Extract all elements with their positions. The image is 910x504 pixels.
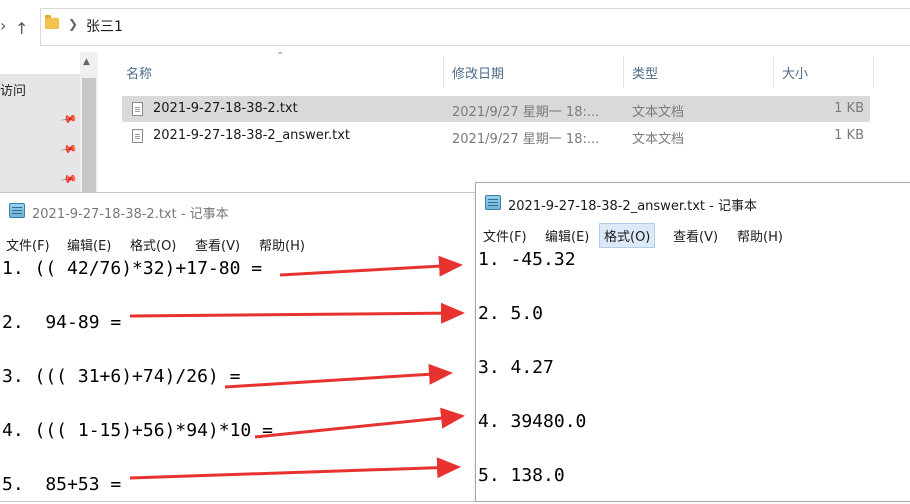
menu-format[interactable]: 格式(O) — [126, 233, 180, 256]
text-editor-area[interactable]: 1. -45.32 2. 5.0 3. 4.27 4. 39480.0 5. 1… — [476, 246, 910, 503]
text-file-icon — [132, 129, 143, 143]
column-divider[interactable] — [873, 56, 874, 88]
sort-ascending-icon: ⌃ — [276, 51, 285, 62]
column-header-date[interactable]: 修改日期 — [452, 63, 504, 82]
notepad-window-answers: 2021-9-27-18-38-2_answer.txt - 记事本 文件(F)… — [475, 182, 910, 502]
back-icon[interactable]: › — [0, 16, 6, 36]
menu-edit[interactable]: 编辑(E) — [541, 224, 593, 247]
address-bar[interactable] — [40, 8, 910, 46]
file-size: 1 KB — [834, 128, 864, 143]
column-header-type[interactable]: 类型 — [632, 63, 658, 82]
column-divider[interactable] — [443, 56, 444, 88]
text-editor-area[interactable]: 1. (( 42/76)*32)+17-80 = 2. 94-89 = 3. (… — [0, 254, 480, 504]
question-line: 3. ((( 31+6)+74)/26) = — [2, 366, 241, 387]
file-size: 1 KB — [834, 101, 864, 116]
file-type: 文本文档 — [632, 105, 685, 120]
up-arrow-icon[interactable]: ↑ — [15, 19, 28, 39]
answer-line: 1. -45.32 — [478, 249, 576, 270]
answer-line: 5. 138.0 — [478, 465, 565, 486]
answer-line: 4. 39480.0 — [478, 411, 587, 432]
file-explorer-window: › ↑ ❯ 张三1 访问 📌 📌 📌 ▲ ⌃ 名称 修改日期 类型 大小 202… — [0, 0, 910, 195]
question-line: 5. 85+53 = — [2, 474, 122, 495]
question-line: 4. ((( 1-15)+56)*94)*10 = — [2, 420, 273, 441]
file-date: 2021/9/27 星期一 18:... — [452, 132, 600, 147]
file-type: 文本文档 — [632, 132, 685, 147]
notepad-icon — [485, 195, 501, 210]
answer-line: 2. 5.0 — [478, 303, 544, 324]
file-date: 2021/9/27 星期一 18:... — [452, 105, 600, 120]
notepad-icon — [9, 203, 25, 218]
file-name: 2021-9-27-18-38-2_answer.txt — [153, 128, 350, 143]
menu-edit[interactable]: 编辑(E) — [63, 233, 115, 256]
menu-help[interactable]: 帮助(H) — [255, 233, 309, 256]
scrollbar-thumb[interactable] — [82, 78, 96, 195]
column-header-name[interactable]: 名称 — [126, 63, 152, 82]
column-divider[interactable] — [623, 56, 624, 88]
window-title: 2021-9-27-18-38-2.txt - 记事本 — [32, 207, 229, 222]
question-line: 2. 94-89 = — [2, 312, 122, 333]
window-title: 2021-9-27-18-38-2_answer.txt - 记事本 — [508, 199, 757, 214]
folder-icon — [45, 15, 59, 29]
nav-item-quick-access[interactable]: 访问 — [0, 80, 26, 99]
file-name: 2021-9-27-18-38-2.txt — [153, 101, 298, 116]
menu-help[interactable]: 帮助(H) — [733, 224, 787, 247]
file-row[interactable]: 2021-9-27-18-38-2.txt 2021/9/27 星期一 18:.… — [122, 96, 870, 122]
breadcrumb-folder[interactable]: 张三1 — [86, 16, 123, 36]
column-divider[interactable] — [773, 56, 774, 88]
chevron-right-icon[interactable]: ❯ — [68, 17, 78, 31]
menu-file[interactable]: 文件(F) — [2, 233, 54, 256]
column-header-size[interactable]: 大小 — [782, 63, 808, 82]
menu-file[interactable]: 文件(F) — [479, 224, 531, 247]
menu-view[interactable]: 查看(V) — [191, 233, 244, 256]
text-file-icon — [132, 102, 143, 116]
question-line: 1. (( 42/76)*32)+17-80 = — [2, 258, 263, 279]
notepad-window-questions: 2021-9-27-18-38-2.txt - 记事本 文件(F) 编辑(E) … — [0, 192, 479, 502]
menu-view[interactable]: 查看(V) — [669, 224, 722, 247]
scroll-up-icon[interactable]: ▲ — [83, 57, 90, 67]
answer-line: 3. 4.27 — [478, 357, 554, 378]
menu-format[interactable]: 格式(O) — [599, 223, 656, 248]
file-row[interactable]: 2021-9-27-18-38-2_answer.txt 2021/9/27 星… — [122, 123, 870, 149]
